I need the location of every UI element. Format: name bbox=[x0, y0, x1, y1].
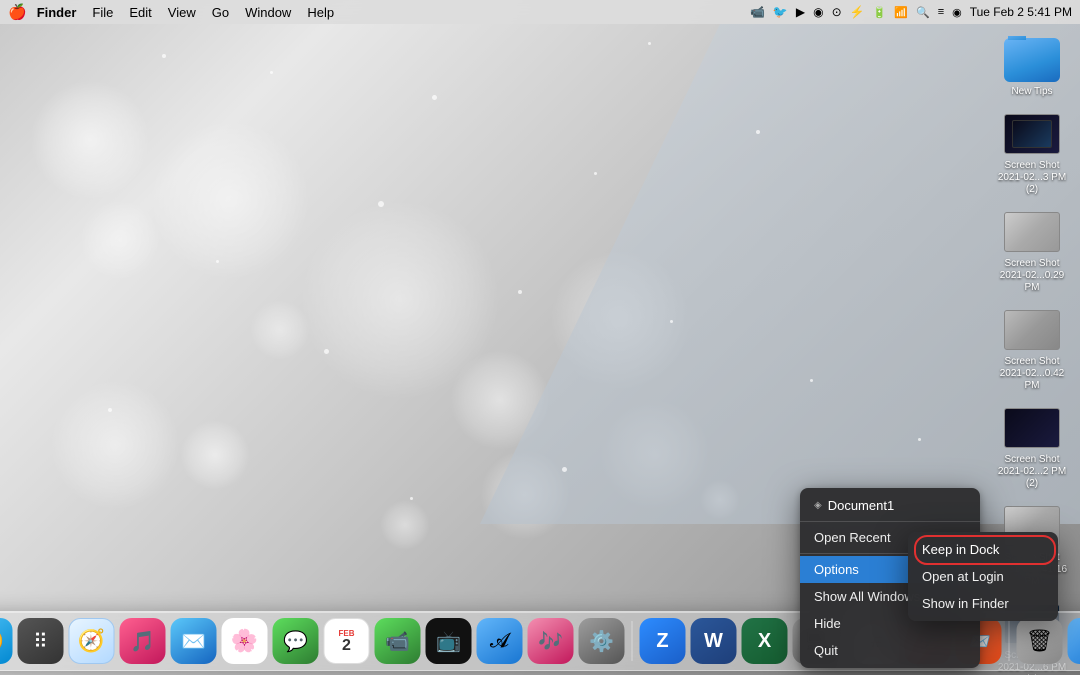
desktop-icon-label: Screen Shot2021-02...3 PM (2) bbox=[996, 160, 1068, 196]
desktop-icon-label: New Tips bbox=[1011, 86, 1052, 98]
meeticons-icon[interactable]: 📹 bbox=[750, 5, 765, 19]
go-menu[interactable]: Go bbox=[212, 5, 229, 20]
circle2-icon[interactable]: ⊙ bbox=[832, 5, 842, 19]
search-icon[interactable]: 🔍 bbox=[916, 6, 930, 19]
desktop-icon-label: Screen Shot2021-02...0.42 PM bbox=[996, 356, 1068, 392]
desktop-icon-screenshot4[interactable]: Screen Shot2021-02...2 PM (2) bbox=[992, 400, 1072, 494]
wifi-icon[interactable]: 📶 bbox=[894, 6, 908, 19]
diamond-icon: ◈ bbox=[814, 500, 822, 511]
desktop-icon-screenshot1[interactable]: Screen Shot2021-02...3 PM (2) bbox=[992, 106, 1072, 200]
clock: Tue Feb 2 5:41 PM bbox=[970, 5, 1072, 19]
desktop-icon-screenshot3[interactable]: Screen Shot2021-02...0.42 PM bbox=[992, 302, 1072, 396]
siri-icon[interactable]: ◉ bbox=[952, 6, 962, 19]
dock-safari[interactable]: 🧭 bbox=[69, 618, 115, 664]
open-at-login-item[interactable]: Open at Login bbox=[908, 563, 1058, 590]
dock-music[interactable]: 🎵 bbox=[120, 618, 166, 664]
desktop-icon-new-tips[interactable]: New Tips bbox=[992, 32, 1072, 102]
keep-in-dock-item[interactable]: Keep in Dock bbox=[908, 536, 1058, 563]
dock-messages[interactable]: 💬 bbox=[273, 618, 319, 664]
dock-separator3 bbox=[1009, 621, 1010, 661]
menubar: 🍎 Finder File Edit View Go Window Help 📹… bbox=[0, 0, 1080, 24]
divider bbox=[800, 521, 980, 522]
dock-appstore[interactable]: 𝓐 bbox=[477, 618, 523, 664]
weibo-icon[interactable]: 🐦 bbox=[773, 5, 788, 19]
desktop-icon-screenshot2[interactable]: Screen Shot2021-02...0.29 PM bbox=[992, 204, 1072, 298]
send-icon[interactable]: ▶ bbox=[796, 5, 805, 19]
dock-sysprefs[interactable]: ⚙️ bbox=[579, 618, 625, 664]
view-menu[interactable]: View bbox=[168, 5, 196, 20]
dock-separator bbox=[632, 621, 633, 661]
dock-itunes[interactable]: 🎶 bbox=[528, 618, 574, 664]
desktop: 🍎 Finder File Edit View Go Window Help 📹… bbox=[0, 0, 1080, 675]
dock-photos[interactable]: 🌸 bbox=[222, 618, 268, 664]
quit-item[interactable]: Quit bbox=[800, 637, 980, 664]
app-name[interactable]: Finder bbox=[37, 5, 77, 20]
dock-appletv[interactable]: 📺 bbox=[426, 618, 472, 664]
context-menu-header: ◈ Document1 bbox=[800, 492, 980, 519]
submenu: Keep in Dock Open at Login Show in Finde… bbox=[908, 532, 1058, 621]
dock-trash[interactable]: 🗑 bbox=[1017, 618, 1063, 664]
desktop-icon-label: Screen Shot2021-02...2 PM (2) bbox=[996, 454, 1068, 490]
dock-facetime[interactable]: 📹 bbox=[375, 618, 421, 664]
dock-launchpad[interactable]: ⠿ bbox=[18, 618, 64, 664]
dock-excel[interactable]: X bbox=[742, 618, 788, 664]
bluetooth-icon[interactable]: ⚡ bbox=[850, 5, 865, 19]
circle1-icon[interactable]: ◉ bbox=[813, 5, 823, 19]
dock-calendar[interactable]: FEB 2 bbox=[324, 618, 370, 664]
file-menu[interactable]: File bbox=[92, 5, 113, 20]
dock-finder[interactable]: 🙂 bbox=[0, 618, 13, 664]
show-in-finder-item[interactable]: Show in Finder bbox=[908, 590, 1058, 617]
battery-icon[interactable]: 🔋 bbox=[873, 6, 887, 19]
desktop-icon-label: Screen Shot2021-02...0.29 PM bbox=[996, 258, 1068, 294]
edit-menu[interactable]: Edit bbox=[129, 5, 151, 20]
dock-mail[interactable]: ✉️ bbox=[171, 618, 217, 664]
window-menu[interactable]: Window bbox=[245, 5, 291, 20]
apple-menu-icon[interactable]: 🍎 bbox=[8, 3, 27, 21]
control-icon[interactable]: ≡ bbox=[938, 6, 944, 18]
dock-zoom[interactable]: Z bbox=[640, 618, 686, 664]
help-menu[interactable]: Help bbox=[307, 5, 334, 20]
dock-downloads[interactable]: ⬇ bbox=[1068, 618, 1080, 664]
dock-word[interactable]: W bbox=[691, 618, 737, 664]
